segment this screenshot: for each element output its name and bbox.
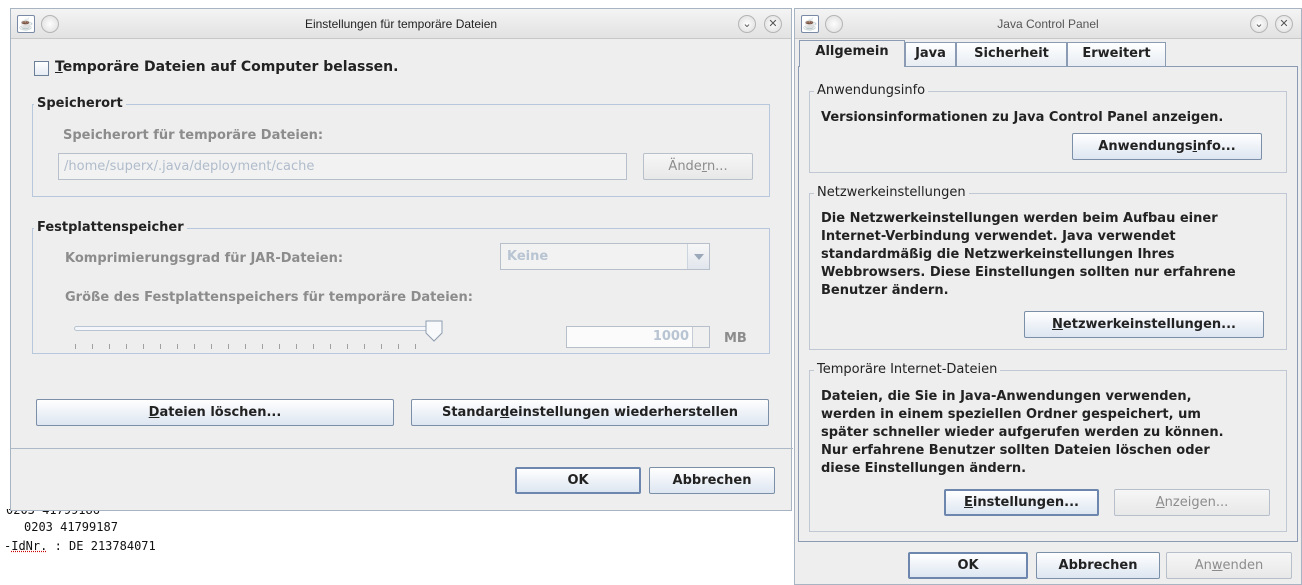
location-field-label: Speicherort für temporäre Dateien: (63, 128, 324, 143)
compression-select[interactable]: Keine (500, 243, 710, 270)
slider-tick (364, 344, 365, 349)
slider-tick (262, 344, 263, 349)
background-taxid-label: IdNr. (11, 539, 48, 553)
slider-tick (228, 344, 229, 349)
disk-size-slider-track[interactable] (74, 326, 434, 331)
location-group: Speicherort (32, 96, 770, 197)
slider-tick (347, 344, 348, 349)
keep-temp-files-checkbox[interactable] (34, 61, 49, 76)
keep-temp-files-label[interactable]: Temporäre Dateien auf Computer belassen. (55, 59, 398, 75)
app-info-button[interactable]: Anwendungsinfo... (1072, 133, 1262, 160)
java-control-panel-window: ☕ Java Control Panel ⌄ ✕ Allgemein Java … (794, 8, 1302, 585)
slider-tick (415, 344, 416, 349)
temp-dialog-titlebar[interactable]: ☕ Einstellungen für temporäre Dateien ⌄ … (11, 9, 791, 39)
disk-size-unit: MB (724, 331, 747, 346)
temp-settings-button[interactable]: Einstellungen... (944, 489, 1099, 516)
slider-tick (330, 344, 331, 349)
slider-tick (313, 344, 314, 349)
slider-tick (160, 344, 161, 349)
temp-dialog-title: Einstellungen für temporäre Dateien (304, 17, 498, 31)
disk-size-value: 1000 (652, 329, 689, 344)
disk-size-spinner[interactable]: 1000 (566, 326, 710, 348)
spinner-up-icon[interactable] (692, 327, 709, 337)
app-info-legend: Anwendungsinfo (814, 83, 929, 98)
disk-size-label: Größe des Festplattenspeichers für tempo… (65, 290, 473, 305)
close-icon[interactable]: ✕ (1275, 15, 1293, 33)
chevron-down-icon[interactable] (687, 244, 709, 269)
jcp-ok-button[interactable]: OK (908, 552, 1028, 579)
disk-group-legend: Festplattenspeicher (34, 220, 187, 235)
slider-tick (92, 344, 93, 349)
compression-value: Keine (507, 249, 549, 264)
tab-allgemein[interactable]: Allgemein (799, 40, 905, 67)
slider-tick (177, 344, 178, 349)
cancel-button[interactable]: Abbrechen (649, 467, 775, 494)
background-phone-2: 0203 41799187 (24, 520, 118, 534)
background-taxid-value: : DE 213784071 (54, 539, 156, 553)
slider-tick (126, 344, 127, 349)
jcp-apply-button[interactable]: Anwenden (1166, 552, 1292, 579)
slider-tick (381, 344, 382, 349)
slider-tick (296, 344, 297, 349)
location-group-legend: Speicherort (34, 96, 126, 111)
jcp-titlebar[interactable]: ☕ Java Control Panel ⌄ ✕ (795, 9, 1301, 39)
network-text: Die Netzwerkeinstellungen werden beim Au… (821, 211, 1236, 298)
slider-tick (211, 344, 212, 349)
temp-internet-text: Dateien, die Sie in Java-Anwendungen ver… (821, 389, 1224, 476)
minimize-icon[interactable]: ⌄ (738, 15, 756, 33)
slider-tick (194, 344, 195, 349)
delete-files-button[interactable]: Dateien löschen... (36, 399, 394, 426)
network-legend: Netzwerkeinstellungen (814, 185, 969, 200)
slider-tick (398, 344, 399, 349)
jcp-cancel-button[interactable]: Abbrechen (1036, 552, 1160, 579)
compression-label: Komprimierungsgrad für JAR-Dateien: (65, 251, 344, 266)
spinner-down-icon[interactable] (692, 337, 709, 347)
jcp-title: Java Control Panel (997, 17, 1099, 31)
network-settings-button[interactable]: Netzwerkeinstellungen... (1024, 311, 1264, 338)
tab-panel-general: Anwendungsinfo Versionsinformationen zu … (798, 66, 1298, 542)
slider-tick (245, 344, 246, 349)
cache-path-field[interactable]: /home/superx/.java/deployment/cache (58, 153, 627, 180)
slider-tick (279, 344, 280, 349)
minimize-icon[interactable]: ⌄ (1250, 15, 1268, 33)
disk-size-slider-thumb[interactable] (425, 320, 443, 342)
view-files-button[interactable]: Anzeigen... (1114, 489, 1270, 516)
tab-erweitert[interactable]: Erweitert (1067, 42, 1166, 66)
app-info-group: Anwendungsinfo (809, 83, 1287, 173)
slider-tick (143, 344, 144, 349)
temp-internet-legend: Temporäre Internet-Dateien (814, 362, 1001, 377)
ok-button[interactable]: OK (515, 467, 641, 494)
dialog-separator (11, 448, 793, 449)
slider-tick (109, 344, 110, 349)
tab-sicherheit[interactable]: Sicherheit (956, 42, 1067, 66)
restore-defaults-button[interactable]: Standardeinstellungen wiederherstellen (411, 399, 769, 426)
app-info-text: Versionsinformationen zu Java Control Pa… (821, 110, 1224, 125)
disk-size-slider-ticks (75, 344, 435, 350)
slider-tick (75, 344, 76, 349)
background-taxid: -IdNr. : DE 213784071 (4, 539, 156, 553)
temp-files-dialog: ☕ Einstellungen für temporäre Dateien ⌄ … (10, 8, 793, 511)
tab-java[interactable]: Java (905, 42, 956, 66)
close-icon[interactable]: ✕ (764, 15, 782, 33)
change-location-button[interactable]: Ändern... (643, 153, 753, 180)
